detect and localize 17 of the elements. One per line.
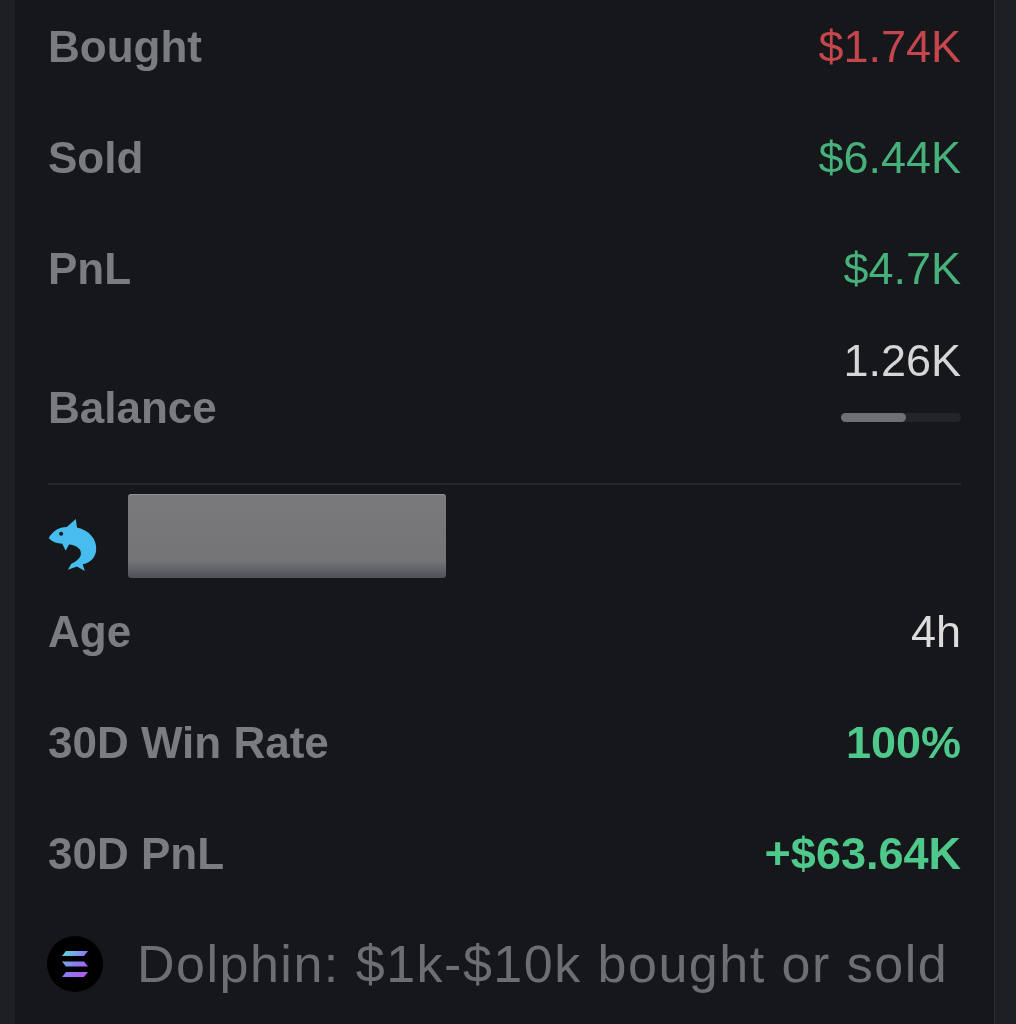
stat-value: 100% (845, 719, 961, 767)
stat-label: Age (48, 608, 132, 656)
coin-logo-icon (47, 936, 103, 992)
stat-value: $6.44K (818, 134, 961, 182)
footer-description: Dolphin: $1k-$10k bought or sold (137, 934, 949, 994)
stat-value: 1.26K (843, 337, 961, 385)
stat-label: Bought (48, 23, 202, 71)
stat-label: 30D PnL (48, 830, 225, 878)
stat-label: Balance (48, 384, 217, 432)
stat-label: PnL (48, 245, 132, 293)
stat-value: 4h (910, 608, 961, 656)
stat-value: +$63.64K (764, 830, 961, 878)
stat-value: $1.74K (818, 23, 961, 71)
stat-label: 30D Win Rate (48, 719, 329, 767)
stat-value: $4.7K (843, 245, 961, 293)
stat-label: Sold (48, 134, 144, 182)
dolphin-icon (48, 519, 98, 571)
